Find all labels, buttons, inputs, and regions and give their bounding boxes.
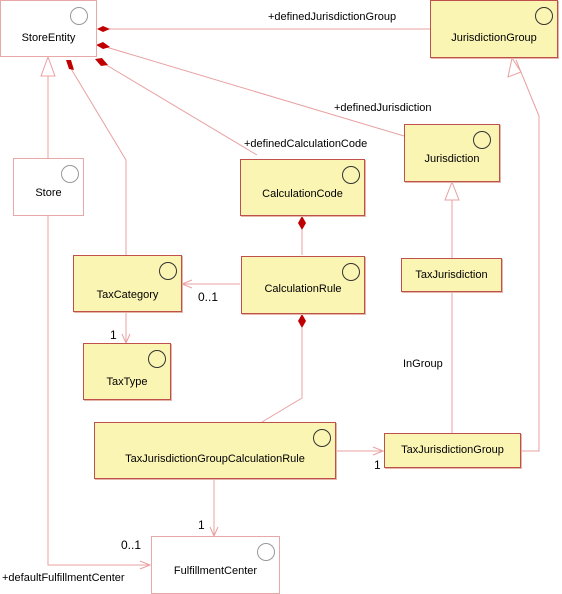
multiplicity-tax-category: 0..1 xyxy=(198,290,219,304)
multiplicity-tax-jurisdiction-group: 1 xyxy=(374,458,381,472)
class-name: TaxCategory xyxy=(96,289,159,301)
composition-diamond-icon xyxy=(66,60,74,70)
class-icon xyxy=(61,165,79,183)
class-icon xyxy=(148,350,166,368)
class-tax-jurisdiction-group-calculation-rule[interactable]: TaxJurisdictionGroupCalculationRule xyxy=(94,422,336,479)
multiplicity-fulfillment-center-store: 0..1 xyxy=(121,538,142,552)
class-name: CalculationRule xyxy=(264,283,342,295)
role-default-fulfillment-center: +defaultFulfillmentCenter xyxy=(2,572,125,584)
class-icon xyxy=(342,263,360,281)
composition-diamond-icon xyxy=(97,26,110,32)
multiplicity-tax-type: 1 xyxy=(110,328,117,342)
class-name: CalculationCode xyxy=(262,188,343,200)
class-icon xyxy=(159,262,177,280)
class-name: TaxJurisdictionGroupCalculationRule xyxy=(125,453,305,465)
role-defined-jurisdiction-group: +definedJurisdictionGroup xyxy=(268,11,397,23)
composition-diamond-icon xyxy=(298,314,306,328)
generalization-arrow-jurisdiction xyxy=(444,180,460,201)
class-calculation-code[interactable]: CalculationCode xyxy=(240,159,365,216)
class-name: FulfillmentCenter xyxy=(173,565,258,577)
class-name: JurisdictionGroup xyxy=(451,32,537,44)
composition-rule-tjgcr xyxy=(261,328,303,423)
composition-diamond-icon xyxy=(95,58,108,66)
class-name: TaxJurisdiction xyxy=(415,269,488,281)
class-icon xyxy=(342,166,360,184)
class-icon xyxy=(257,543,275,561)
class-name: TaxJurisdictionGroup xyxy=(401,444,504,456)
class-tax-type[interactable]: TaxType xyxy=(83,343,171,400)
class-calculation-rule[interactable]: CalculationRule xyxy=(241,256,365,314)
class-store[interactable]: Store xyxy=(13,158,84,216)
class-fulfillment-center[interactable]: FulfillmentCenter xyxy=(151,536,280,594)
class-icon xyxy=(313,429,331,447)
class-icon xyxy=(535,7,553,25)
generalization-arrow-store xyxy=(40,55,56,77)
multiplicity-fulfillment-center-rule: 1 xyxy=(198,518,205,532)
class-name: TaxType xyxy=(106,376,148,388)
class-jurisdiction[interactable]: Jurisdiction xyxy=(404,124,500,182)
generalization-tax-jurisdiction-group xyxy=(515,59,540,452)
class-tax-category[interactable]: TaxCategory xyxy=(73,255,182,312)
role-defined-calculation-code: +definedCalculationCode xyxy=(244,138,368,150)
composition-diamond-icon xyxy=(298,216,306,230)
class-icon xyxy=(70,7,88,25)
class-name: Jurisdiction xyxy=(424,153,480,165)
class-store-entity[interactable]: StoreEntity xyxy=(0,0,97,57)
class-tax-jurisdiction-group[interactable]: TaxJurisdictionGroup xyxy=(384,433,521,468)
assoc-defined-calculation-code xyxy=(102,62,258,156)
class-jurisdiction-group[interactable]: JurisdictionGroup xyxy=(430,0,558,58)
class-tax-jurisdiction[interactable]: TaxJurisdiction xyxy=(401,258,502,292)
role-in-group: InGroup xyxy=(403,358,443,370)
class-icon xyxy=(473,131,491,149)
class-name: StoreEntity xyxy=(21,32,76,44)
role-defined-jurisdiction: +definedJurisdiction xyxy=(334,102,432,114)
class-name: Store xyxy=(35,187,62,199)
